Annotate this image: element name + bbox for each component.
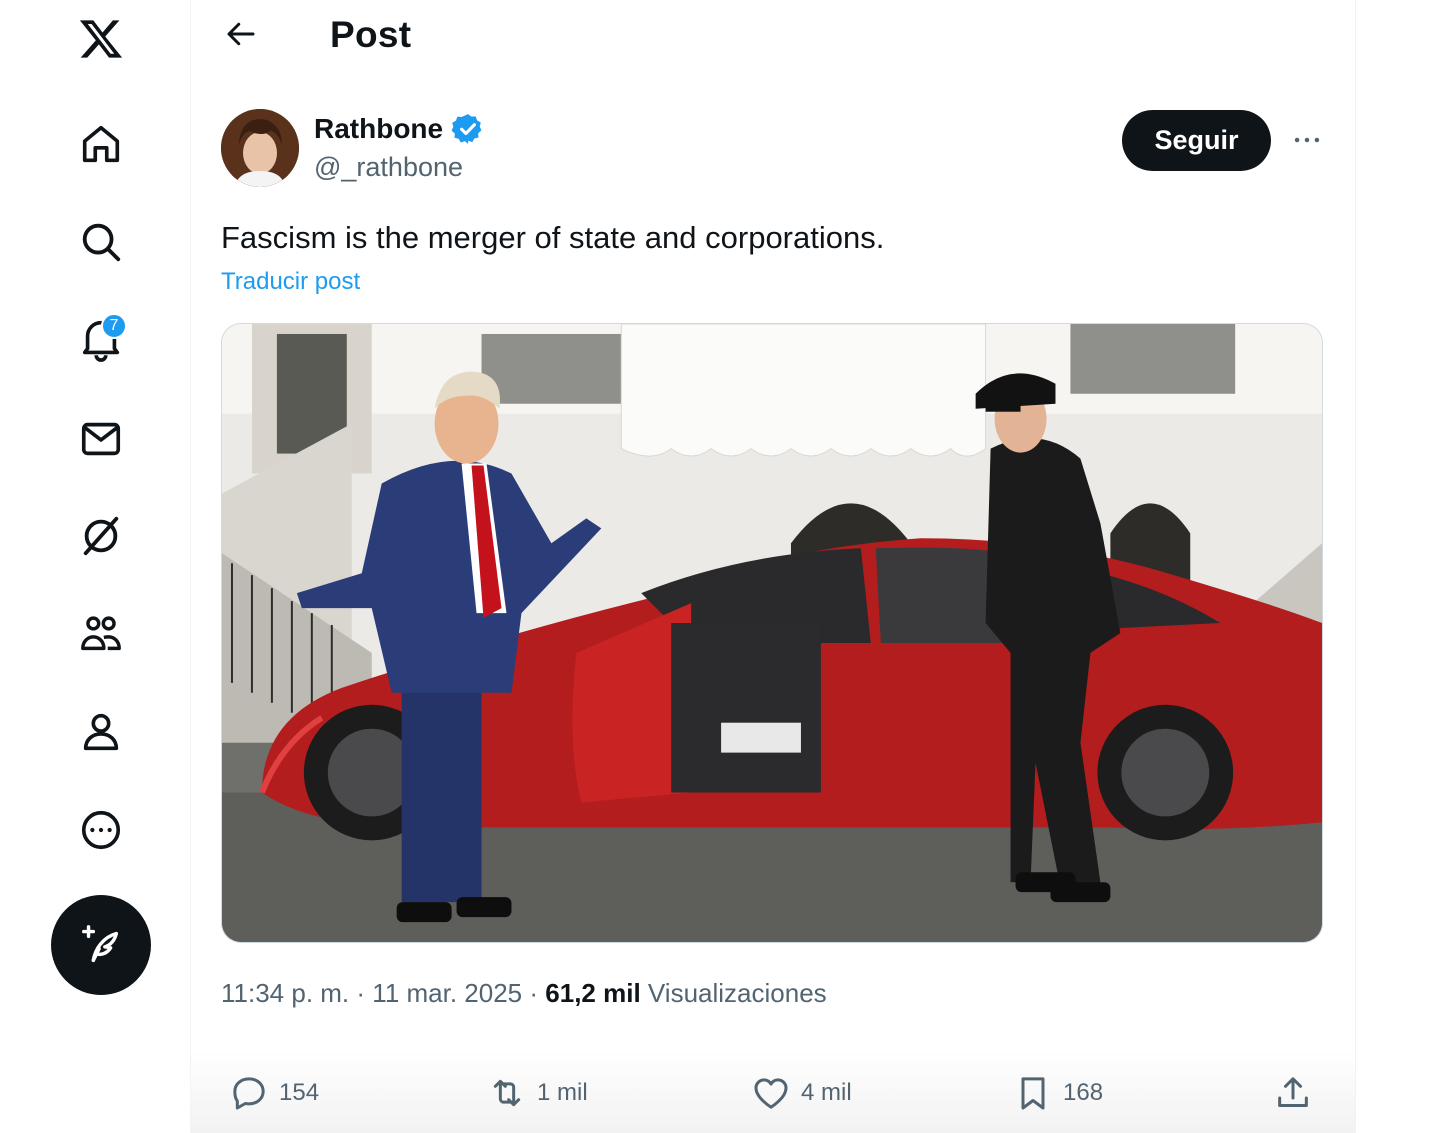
back-button[interactable] — [219, 12, 263, 56]
grok-icon[interactable] — [70, 505, 132, 567]
more-horizontal-icon — [1294, 137, 1320, 143]
post-time[interactable]: 11:34 p. m. — [221, 978, 349, 1008]
translate-post-link[interactable]: Traducir post — [221, 268, 360, 296]
page-header: Post — [191, 0, 1355, 70]
author-name[interactable]: Rathbone — [314, 112, 485, 146]
like-button[interactable]: 4 mil — [751, 1070, 852, 1116]
repost-icon — [493, 1079, 521, 1107]
post-image[interactable] — [221, 323, 1323, 943]
mail-icon[interactable] — [70, 408, 132, 470]
post-meta: 11:34 p. m. · 11 mar. 2025 · 61,2 mil Vi… — [221, 978, 827, 1009]
like-count: 4 mil — [801, 1079, 852, 1106]
feather-plus-icon — [82, 925, 119, 963]
author-handle[interactable]: @_rathbone — [314, 152, 463, 183]
compose-post-button[interactable] — [51, 895, 151, 995]
search-icon[interactable] — [70, 211, 132, 273]
post-action-bar: 154 1 mil 4 mil 168 — [191, 1050, 1355, 1133]
profile-icon[interactable] — [70, 701, 132, 763]
verified-badge-icon — [451, 114, 482, 144]
post-text: Fascism is the merger of state and corpo… — [221, 220, 885, 255]
heart-icon — [754, 1078, 788, 1109]
bookmark-count: 168 — [1063, 1079, 1104, 1106]
page-title: Post — [330, 14, 412, 55]
left-nav: 7 — [0, 0, 190, 1133]
reply-count: 154 — [279, 1079, 320, 1106]
post-detail-column: Post Rathbone @_rathbone Seguir Fascism … — [190, 0, 1356, 1133]
communities-icon[interactable] — [70, 603, 132, 665]
right-margin — [1356, 0, 1446, 1133]
bookmark-button[interactable]: 168 — [1013, 1070, 1103, 1116]
views-label: Visualizaciones — [647, 978, 827, 1008]
more-circle-icon[interactable] — [70, 799, 132, 861]
meta-separator: · — [529, 978, 539, 1008]
arrow-left-icon — [227, 22, 255, 46]
views-count: 61,2 mil — [545, 978, 641, 1008]
post-more-button[interactable] — [1285, 118, 1329, 162]
post-date[interactable]: 11 mar. 2025 — [372, 978, 522, 1008]
home-icon[interactable] — [70, 113, 132, 175]
repost-count: 1 mil — [537, 1079, 588, 1106]
avatar[interactable] — [221, 109, 299, 187]
reply-icon — [233, 1077, 265, 1110]
follow-button[interactable]: Seguir — [1122, 110, 1271, 171]
bell-icon[interactable]: 7 — [70, 308, 132, 370]
bookmark-icon — [1021, 1077, 1045, 1110]
meta-separator: · — [356, 978, 366, 1008]
reply-button[interactable]: 154 — [229, 1070, 319, 1116]
share-icon — [1278, 1077, 1308, 1107]
notification-badge: 7 — [101, 313, 127, 339]
author-name-label: Rathbone — [314, 113, 444, 144]
repost-button[interactable]: 1 mil — [487, 1070, 588, 1116]
x-logo-icon[interactable] — [70, 8, 132, 70]
share-button[interactable] — [1273, 1070, 1313, 1116]
